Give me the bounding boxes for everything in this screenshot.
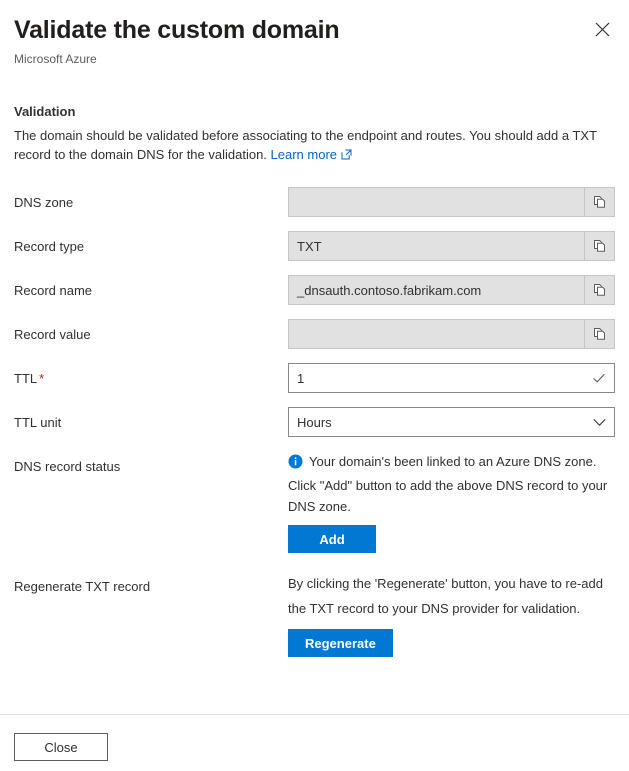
regenerate-button[interactable]: Regenerate [288,629,393,657]
ttl-unit-label: TTL unit [14,415,62,430]
record-value-label: Record value [14,327,91,342]
record-type-field-wrap: TXT [288,231,615,261]
info-icon [288,454,303,475]
copy-glyph [593,196,605,208]
dns-record-status-message: Your domain's been linked to an Azure DN… [288,454,608,514]
info-glyph [288,454,303,469]
validate-custom-domain-dialog: Validate the custom domain Microsoft Azu… [0,0,629,771]
ttl-field-wrap [288,363,615,393]
dns-zone-input[interactable] [288,187,615,217]
ttl-label: TTL * [14,363,288,388]
ttl-unit-field-wrap: Hours [288,407,615,437]
validation-section-title: Validation [14,104,76,119]
form-row-ttl-unit: TTL unit Hours [14,407,615,437]
record-name-value: _dnsauth.contoso.fabrikam.com [297,282,482,298]
form-row-regenerate-txt-record: Regenerate TXT record By clicking the 'R… [14,571,615,657]
copy-icon[interactable] [584,320,614,348]
dns-record-form: DNS zone Record type TXT Record name _dn… [14,187,615,657]
record-name-field-wrap: _dnsauth.contoso.fabrikam.com [288,275,615,305]
dns-zone-field-wrap [288,187,615,217]
chevron-down-glyph [593,418,606,426]
regenerate-content: By clicking the 'Regenerate' button, you… [288,571,615,657]
form-row-record-value: Record value [14,319,615,349]
close-glyph [595,22,609,36]
chevron-down-icon [587,418,606,427]
ttl-input[interactable] [289,364,584,392]
checkmark-glyph [593,373,605,383]
dialog-header: Validate the custom domain Microsoft Azu… [0,0,629,67]
external-link-icon[interactable] [341,146,352,165]
record-value-input[interactable] [288,319,615,349]
copy-glyph [593,284,605,296]
dialog-body: Validation The domain should be validate… [0,67,629,714]
copy-icon[interactable] [584,188,614,216]
ttl-unit-select[interactable]: Hours [288,407,615,437]
dialog-footer: Close [0,714,629,771]
ttl-unit-selected-value: Hours [297,414,332,430]
close-button[interactable]: Close [14,733,108,761]
validation-description: The domain should be validated before as… [14,126,598,165]
learn-more-link[interactable]: Learn more [271,147,337,162]
dns-record-status-message-wrap: Your domain's been linked to an Azure DN… [288,451,608,517]
required-marker: * [39,371,45,386]
dialog-subtitle: Microsoft Azure [14,52,97,66]
dns-zone-value [289,188,584,216]
copy-glyph [593,240,605,252]
copy-glyph [593,328,605,340]
form-row-record-type: Record type TXT [14,231,615,261]
form-row-dns-record-status: DNS record status Your domain's been lin… [14,451,615,553]
ttl-field[interactable] [288,363,615,393]
record-type-input[interactable]: TXT [288,231,615,261]
add-button[interactable]: Add [288,525,376,553]
dns-record-status-content: Your domain's been linked to an Azure DN… [288,451,615,553]
form-row-record-name: Record name _dnsauth.contoso.fabrikam.co… [14,275,615,305]
close-icon[interactable] [587,14,617,44]
page-title: Validate the custom domain [14,16,340,44]
record-value-value [289,320,584,348]
copy-icon[interactable] [584,276,614,304]
regenerate-message: By clicking the 'Regenerate' button, you… [288,576,603,616]
record-name-label: Record name [14,283,93,298]
record-value-field-wrap [288,319,615,349]
ttl-label-text: TTL [14,371,38,386]
form-row-ttl: TTL * [14,363,615,393]
regenerate-label: Regenerate TXT record [14,579,151,594]
dns-zone-label: DNS zone [14,195,74,210]
record-name-input[interactable]: _dnsauth.contoso.fabrikam.com [288,275,615,305]
record-type-label: Record type [14,239,85,254]
checkmark-icon [584,364,614,392]
dns-record-status-label: DNS record status [14,459,121,474]
record-type-value: TXT [297,238,322,254]
copy-icon[interactable] [584,232,614,260]
form-row-dns-zone: DNS zone [14,187,615,217]
